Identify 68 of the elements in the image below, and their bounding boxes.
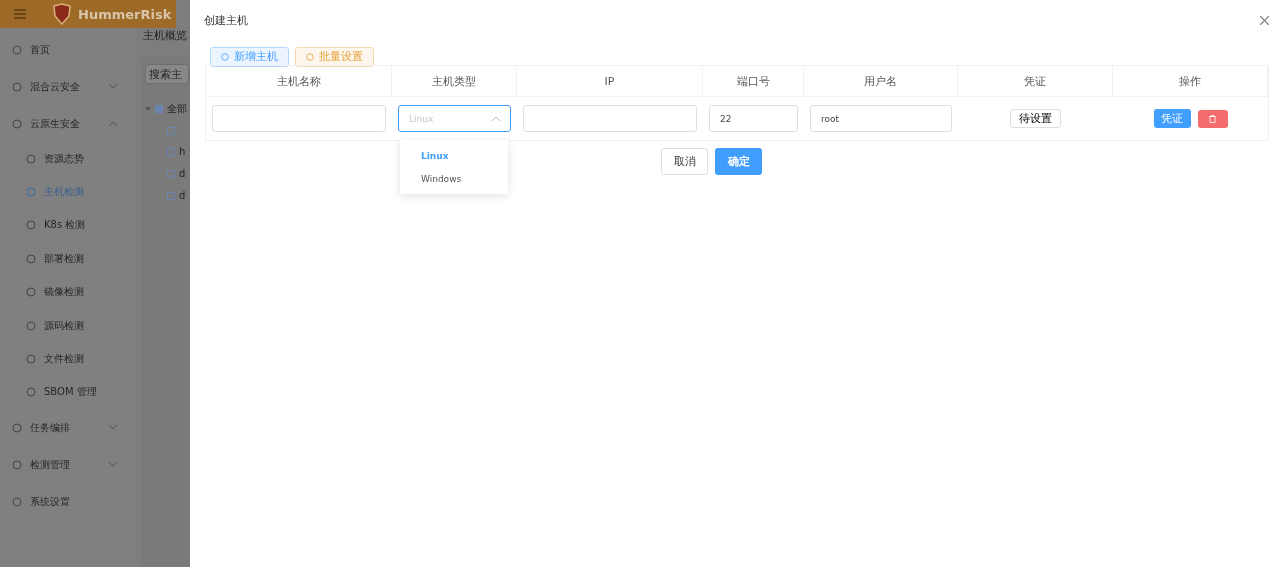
column-header: IP <box>517 66 703 96</box>
circle-icon <box>12 118 22 129</box>
add-host-button[interactable]: 新增主机 <box>210 47 289 67</box>
list-icon <box>167 127 175 135</box>
tree-label[interactable]: d <box>179 168 186 179</box>
circle-icon <box>26 220 36 231</box>
cancel-button[interactable]: 取消 <box>661 148 708 175</box>
folder-icon <box>155 105 163 113</box>
circle-icon <box>26 187 36 198</box>
column-header: 用户名 <box>804 66 958 96</box>
input-field[interactable]: root <box>810 105 952 132</box>
list-icon <box>167 169 175 178</box>
dropdown-option[interactable]: Windows <box>400 167 508 190</box>
input-field[interactable] <box>523 105 697 132</box>
sidebar-item[interactable]: SBOM 管理 <box>0 375 135 410</box>
column-header: 操作 <box>1113 66 1268 96</box>
column-header: 凭证 <box>958 66 1113 96</box>
menu-icon[interactable] <box>14 9 26 19</box>
column-header: 主机名称 <box>206 66 392 96</box>
circle-icon <box>26 153 36 164</box>
sidebar-item[interactable]: 部署检测 <box>0 242 135 276</box>
circle-icon <box>26 320 36 331</box>
sidebar-item[interactable]: 镜像检测 <box>0 275 135 309</box>
batch-settings-button[interactable]: 批量设置 <box>295 47 374 67</box>
list-icon <box>167 147 175 156</box>
caret-icon[interactable] <box>145 106 151 112</box>
sidebar-item[interactable]: 资源态势 <box>0 142 135 176</box>
sidebar-item[interactable]: 文件检测 <box>0 342 135 376</box>
tree-label[interactable]: 全部 <box>167 102 187 116</box>
sidebar-item[interactable]: 检测管理 <box>0 446 135 484</box>
sidebar-item[interactable]: 云原生安全 <box>0 105 135 142</box>
tree-label[interactable]: d <box>179 190 186 201</box>
search-field[interactable]: 搜索主 <box>145 64 189 84</box>
circle-icon <box>26 387 36 398</box>
sidebar-item[interactable]: 混合云安全 <box>0 68 135 105</box>
circle-icon <box>12 459 22 470</box>
breadcrumb: 主机概览 <box>143 28 188 43</box>
list-icon <box>167 191 175 200</box>
sidebar-item[interactable]: 系统设置 <box>0 483 135 521</box>
circle-icon <box>26 354 36 365</box>
chevron-icon <box>492 116 500 121</box>
sidebar-item[interactable]: K8s 检测 <box>0 208 135 243</box>
circle-icon <box>12 422 22 433</box>
tree-label[interactable]: h <box>179 146 186 157</box>
close-icon[interactable] <box>1260 15 1269 25</box>
circle-icon <box>306 53 314 61</box>
circle-icon <box>26 253 36 264</box>
circle-icon <box>26 287 36 298</box>
credential-button[interactable]: 待设置 <box>1010 109 1061 128</box>
circle-icon <box>221 53 229 61</box>
app-logo: HummerRisk <box>78 6 172 22</box>
sidebar-item[interactable]: 任务编排 <box>0 409 135 447</box>
shield-icon <box>52 3 72 25</box>
delete-button[interactable] <box>1197 109 1228 128</box>
input-field[interactable]: 22 <box>709 105 798 132</box>
circle-icon <box>12 496 22 507</box>
credential-button[interactable]: 凭证 <box>1153 109 1191 128</box>
sidebar-item[interactable]: 首页 <box>0 31 135 68</box>
sidebar-item[interactable]: 源码检测 <box>0 308 135 343</box>
drawer-title: 创建主机 <box>204 12 248 28</box>
column-header: 端口号 <box>703 66 804 96</box>
dropdown-option[interactable]: Linux <box>400 144 508 167</box>
circle-icon <box>12 44 22 55</box>
input-field[interactable] <box>212 105 386 132</box>
column-header: 主机类型 <box>392 66 517 96</box>
confirm-button[interactable]: 确定 <box>715 148 762 175</box>
trash-icon <box>1209 114 1216 123</box>
circle-icon <box>12 81 22 92</box>
